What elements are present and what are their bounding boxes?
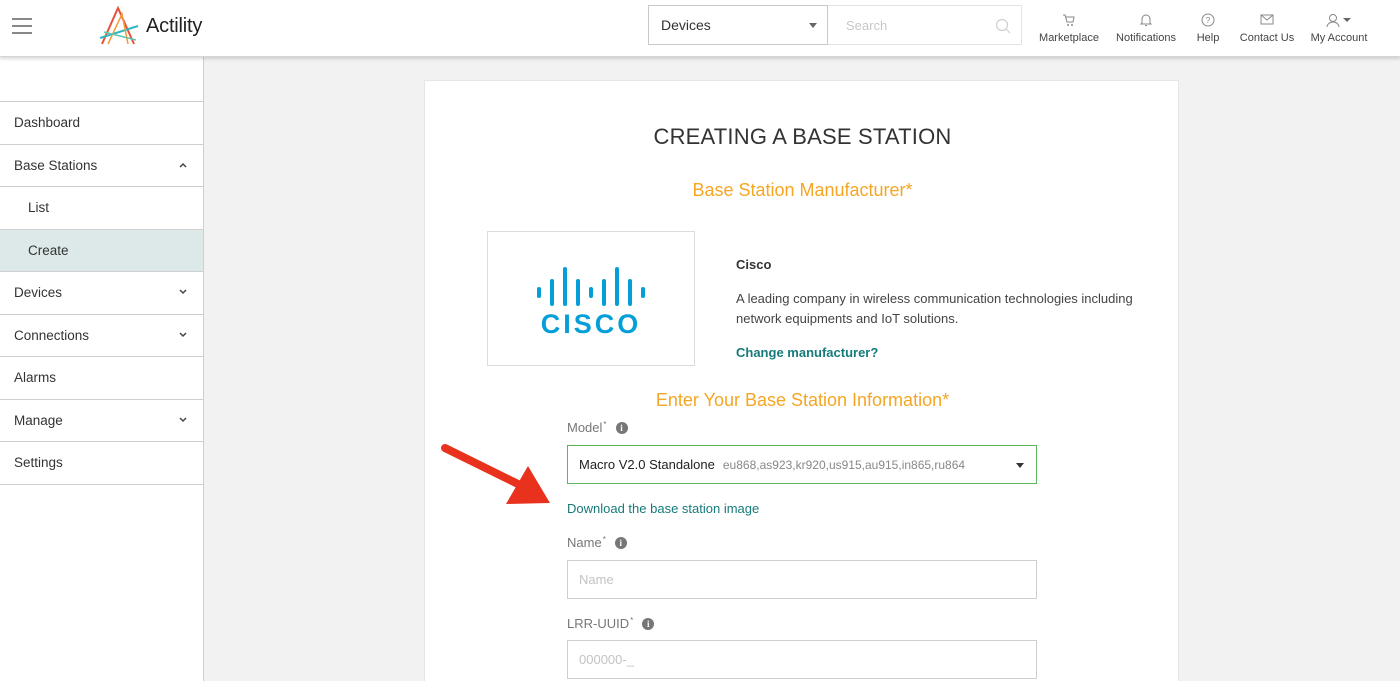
search-input[interactable] xyxy=(828,6,978,44)
search-scope-select[interactable]: Devices xyxy=(648,5,828,45)
red-arrow-annotation xyxy=(441,444,550,504)
actility-logo-mark xyxy=(99,6,139,45)
cart-icon xyxy=(1062,12,1076,28)
sidebar-item-label: Dashboard xyxy=(14,115,81,131)
sidebar-item-settings[interactable]: Settings xyxy=(0,442,203,485)
manufacturer-logo: CISCO xyxy=(487,231,695,366)
nav-label: Marketplace xyxy=(1039,32,1099,44)
nav-my-account[interactable]: My Account xyxy=(1302,0,1376,56)
name-label-text: Name xyxy=(567,535,602,550)
chevron-down-icon xyxy=(179,289,187,295)
nav-help[interactable]: ? Help xyxy=(1184,0,1232,56)
info-icon[interactable]: i xyxy=(614,536,627,549)
nav-label: Help xyxy=(1196,32,1220,44)
search-scope-value: Devices xyxy=(661,17,711,33)
top-bar: Actility Devices Marketplace Notificatio… xyxy=(0,0,1400,57)
model-select[interactable]: Macro V2.0 Standalone eu868,as923,kr920,… xyxy=(567,445,1037,484)
nav-label: My Account xyxy=(1310,32,1368,44)
sidebar: Dashboard Base Stations List Create Devi… xyxy=(0,57,204,681)
sidebar-item-manage[interactable]: Manage xyxy=(0,400,203,442)
manufacturer-section-title: Base Station Manufacturer* xyxy=(692,180,913,200)
manufacturer-description: A leading company in wireless communicat… xyxy=(736,291,1133,326)
lrr-uuid-input[interactable] xyxy=(568,641,1036,678)
chevron-down-icon xyxy=(179,416,187,422)
lrr-uuid-label: LRR-UUID * i xyxy=(567,616,655,631)
sidebar-item-label: Manage xyxy=(14,412,63,428)
user-icon xyxy=(1326,12,1352,28)
sidebar-item-label: Connections xyxy=(14,327,90,343)
svg-text:?: ? xyxy=(1206,16,1211,25)
sidebar-item-dashboard[interactable]: Dashboard xyxy=(0,102,203,145)
sidebar-item-devices[interactable]: Devices xyxy=(0,272,203,315)
manufacturer-name: Cisco xyxy=(736,257,772,272)
sidebar-item-label: Base Stations xyxy=(14,157,98,173)
nav-label: Notifications xyxy=(1116,32,1176,44)
nav-marketplace[interactable]: Marketplace xyxy=(1030,0,1108,56)
chevron-down-icon xyxy=(179,331,187,337)
required-mark: * xyxy=(602,535,606,544)
hamburger-menu-icon[interactable] xyxy=(12,18,32,34)
lrr-uuid-label-text: LRR-UUID xyxy=(567,616,630,631)
info-icon[interactable]: i xyxy=(642,617,655,630)
sidebar-item-label: Create xyxy=(28,242,69,258)
cisco-logo: CISCO xyxy=(537,266,645,335)
chevron-up-icon xyxy=(179,162,187,168)
sidebar-item-label: Settings xyxy=(14,455,63,471)
search-box xyxy=(828,5,1022,45)
caret-down-icon xyxy=(1016,463,1024,468)
model-label: Model * i xyxy=(567,420,628,435)
actility-logo[interactable]: Actility xyxy=(98,6,202,46)
cisco-logo-wordmark: CISCO xyxy=(541,309,642,335)
required-mark: * xyxy=(603,420,607,429)
create-base-station-card: CREATING A BASE STATION Base Station Man… xyxy=(424,80,1179,681)
question-icon: ? xyxy=(1201,12,1215,28)
info-icon[interactable]: i xyxy=(615,421,628,434)
name-input[interactable] xyxy=(568,561,1036,598)
required-mark: * xyxy=(630,616,634,625)
page-title: CREATING A BASE STATION xyxy=(653,124,952,149)
change-manufacturer-link[interactable]: Change manufacturer? xyxy=(736,345,878,360)
sidebar-item-label: List xyxy=(28,200,50,216)
model-frequencies: eu868,as923,kr920,us915,au915,in865,ru86… xyxy=(722,457,966,472)
sidebar-item-label: Alarms xyxy=(14,370,57,386)
model-select-value: Macro V2.0 Standalone xyxy=(579,457,715,472)
name-field xyxy=(567,560,1037,599)
brand-name: Actility xyxy=(146,14,203,37)
sidebar-item-create[interactable]: Create xyxy=(0,229,203,272)
sidebar-item-alarms[interactable]: Alarms xyxy=(0,357,203,400)
nav-label: Contact Us xyxy=(1239,32,1295,44)
info-section-title: Enter Your Base Station Information* xyxy=(655,390,950,410)
name-label: Name * i xyxy=(567,535,627,550)
nav-notifications[interactable]: Notifications xyxy=(1108,0,1184,56)
sidebar-item-label: Devices xyxy=(14,285,63,301)
sidebar-header xyxy=(0,57,203,102)
sidebar-item-base-stations[interactable]: Base Stations xyxy=(0,145,203,187)
bell-icon xyxy=(1139,12,1153,28)
search-icon[interactable] xyxy=(995,18,1011,34)
download-image-link[interactable]: Download the base station image xyxy=(567,501,759,516)
lrr-uuid-field xyxy=(567,640,1037,679)
nav-contact-us[interactable]: Contact Us xyxy=(1232,0,1302,56)
model-label-text: Model xyxy=(567,420,603,435)
header-nav: Marketplace Notifications ? Help Contact… xyxy=(1030,0,1376,56)
caret-down-icon xyxy=(809,23,817,28)
sidebar-item-connections[interactable]: Connections xyxy=(0,315,203,357)
envelope-icon xyxy=(1260,12,1274,28)
sidebar-item-list[interactable]: List xyxy=(0,187,203,230)
